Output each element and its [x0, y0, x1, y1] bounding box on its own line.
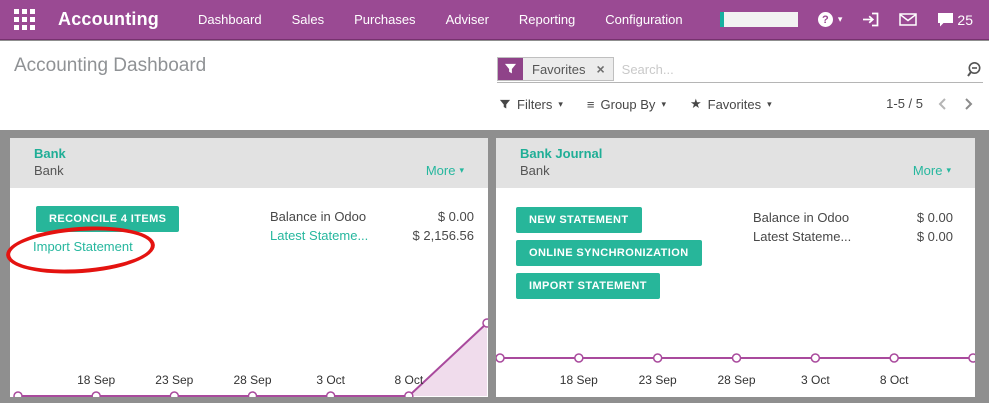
journal-card-bank: Bank Bank More ▾ RECONCILE 4 ITEMS Impor… — [10, 138, 488, 397]
favorites-dropdown[interactable]: ★ Favorites ▾ — [690, 96, 772, 112]
top-navbar: Accounting Dashboard Sales Purchases Adv… — [0, 0, 989, 40]
chart-tick-label: 8 Oct — [880, 373, 909, 387]
filters-label: Filters — [517, 97, 552, 112]
stat-value: $ 2,156.56 — [413, 226, 474, 245]
control-panel: Accounting Dashboard Favorites × F — [0, 41, 989, 130]
help-icon: ? — [818, 12, 833, 27]
sign-in-icon[interactable] — [862, 12, 879, 27]
more-label: More — [426, 163, 456, 178]
chart-tick-label: 8 Oct — [394, 373, 423, 387]
journal-card-bank-journal: Bank Journal Bank More ▾ NEW STATEMENT O… — [496, 138, 975, 397]
chevron-down-icon: ▾ — [459, 166, 464, 175]
card-title[interactable]: Bank — [34, 146, 66, 161]
card-stats: Balance in Odoo $ 0.00 Latest Stateme...… — [270, 207, 474, 245]
search-facet-favorites: Favorites × — [497, 57, 614, 81]
apps-grid-icon[interactable] — [14, 9, 35, 30]
card-header: Bank Bank More ▾ — [10, 138, 488, 188]
card-subtitle: Bank — [520, 163, 602, 178]
funnel-icon — [499, 99, 511, 110]
more-dropdown[interactable]: More ▾ — [913, 153, 951, 188]
search-input[interactable] — [614, 62, 965, 77]
chevron-down-icon: ▾ — [661, 100, 666, 109]
chevron-down-icon: ▾ — [946, 166, 951, 175]
stat-row: Latest Stateme... $ 0.00 — [753, 227, 953, 246]
search-magnifier-icon[interactable] — [965, 61, 983, 78]
chart-tick-label: 18 Sep — [560, 373, 598, 387]
facet-label: Favorites — [523, 58, 594, 80]
bank-journal-balance-chart: 18 Sep 23 Sep 28 Sep 3 Oct 8 Oct — [496, 278, 975, 397]
bank-balance-chart: 18 Sep 23 Sep 28 Sep 3 Oct 8 Oct — [10, 278, 488, 397]
chat-bubble-icon — [937, 12, 954, 27]
reconcile-items-button[interactable]: RECONCILE 4 ITEMS — [36, 206, 179, 232]
hamburger-icon: ≡ — [587, 97, 595, 112]
menu-reporting[interactable]: Reporting — [504, 0, 590, 40]
chevron-down-icon: ▾ — [838, 15, 843, 24]
page-title: Accounting Dashboard — [14, 55, 206, 77]
new-statement-button[interactable]: NEW STATEMENT — [516, 207, 642, 233]
menu-sales[interactable]: Sales — [277, 0, 340, 40]
chart-tick-label: 23 Sep — [639, 373, 677, 387]
filter-controls: Filters ▾ ≡ Group By ▾ ★ Favorites ▾ — [499, 96, 772, 112]
pager: 1-5 / 5 — [886, 96, 973, 111]
pager-next-icon[interactable] — [963, 97, 973, 111]
chevron-down-icon: ▾ — [767, 100, 772, 109]
app-title[interactable]: Accounting — [58, 9, 159, 30]
menu-adviser[interactable]: Adviser — [431, 0, 504, 40]
stat-value: $ 0.00 — [917, 227, 953, 246]
card-subtitle: Bank — [34, 163, 66, 178]
chart-tick-label: 23 Sep — [155, 373, 193, 387]
messages-count: 25 — [957, 12, 973, 28]
stat-value: $ 0.00 — [917, 208, 953, 227]
chart-tick-label: 3 Oct — [801, 373, 830, 387]
menu-purchases[interactable]: Purchases — [339, 0, 430, 40]
navbar-right-group: ? ▾ 25 — [720, 12, 977, 28]
online-synchronization-button[interactable]: ONLINE SYNCHRONIZATION — [516, 240, 702, 266]
stat-row: Balance in Odoo $ 0.00 — [270, 207, 474, 226]
more-label: More — [913, 163, 943, 178]
import-statement-link[interactable]: Import Statement — [33, 239, 133, 254]
favorites-label: Favorites — [708, 97, 761, 112]
pager-range: 1-5 / 5 — [886, 96, 923, 111]
facet-remove-icon[interactable]: × — [594, 58, 612, 80]
stat-row: Balance in Odoo $ 0.00 — [753, 208, 953, 227]
chevron-down-icon: ▾ — [558, 100, 563, 109]
menu-configuration[interactable]: Configuration — [590, 0, 697, 40]
stat-label: Balance in Odoo — [270, 207, 366, 226]
card-title[interactable]: Bank Journal — [520, 146, 602, 161]
chart-tick-label: 28 Sep — [717, 373, 755, 387]
envelope-icon[interactable] — [899, 13, 917, 26]
user-menu-placeholder[interactable] — [720, 12, 798, 27]
funnel-icon — [498, 58, 523, 80]
messages-menu[interactable]: 25 — [937, 12, 973, 28]
card-stats: Balance in Odoo $ 0.00 Latest Stateme...… — [753, 208, 953, 246]
stat-value: $ 0.00 — [438, 207, 474, 226]
stat-row: Latest Stateme... $ 2,156.56 — [270, 226, 474, 245]
star-icon: ★ — [690, 96, 702, 112]
filters-dropdown[interactable]: Filters ▾ — [499, 97, 563, 112]
latest-statement-link[interactable]: Latest Stateme... — [270, 226, 368, 245]
main-menu: Dashboard Sales Purchases Adviser Report… — [183, 0, 698, 40]
pager-previous-icon[interactable] — [938, 97, 948, 111]
stat-label: Balance in Odoo — [753, 208, 849, 227]
help-menu[interactable]: ? ▾ — [818, 12, 843, 27]
chart-tick-label: 28 Sep — [233, 373, 271, 387]
menu-dashboard[interactable]: Dashboard — [183, 0, 277, 40]
more-dropdown[interactable]: More ▾ — [426, 153, 464, 188]
chart-tick-label: 3 Oct — [316, 373, 345, 387]
card-header: Bank Journal Bank More ▾ — [496, 138, 975, 188]
search-bar: Favorites × — [497, 56, 983, 83]
chart-tick-label: 18 Sep — [77, 373, 115, 387]
stat-label: Latest Stateme... — [753, 227, 851, 246]
group-by-dropdown[interactable]: ≡ Group By ▾ — [587, 97, 666, 112]
group-by-label: Group By — [601, 97, 656, 112]
